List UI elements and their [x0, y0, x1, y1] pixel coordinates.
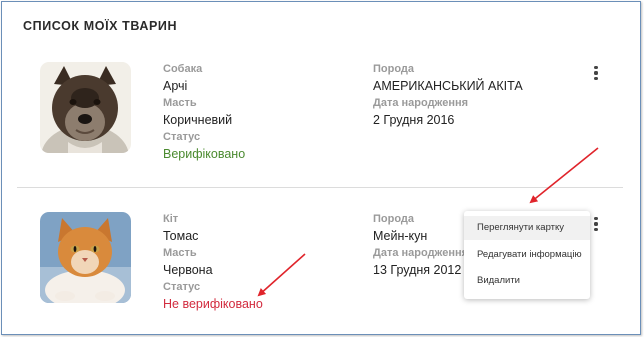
pet-birth-date: 2 Грудня 2016: [373, 113, 455, 127]
species-label: Кіт: [163, 213, 179, 225]
color-label: Масть: [163, 247, 197, 259]
status-value-verified: Верифіковано: [163, 147, 246, 161]
pet-color: Червона: [163, 263, 213, 277]
pet-1-right-column: Порода АМЕРИКАНСЬКИЙ АКІТА Дата народжен…: [373, 61, 523, 129]
pet-birth-date: 13 Грудня 2012: [373, 263, 462, 277]
breed-label: Порода: [373, 213, 415, 225]
pet-name: Арчі: [163, 79, 188, 93]
color-label: Масть: [163, 97, 197, 109]
dog-photo: [40, 62, 131, 153]
menu-item-edit-info[interactable]: Редагувати інформацію: [464, 243, 590, 267]
status-value-not-verified: Не верифіковано: [163, 297, 263, 311]
pet-breed: АМЕРИКАНСЬКИЙ АКІТА: [373, 79, 523, 93]
species-label: Собака: [163, 63, 203, 75]
birth-date-label: Дата народження: [373, 97, 469, 109]
pet-color: Коричневий: [163, 113, 233, 127]
pet-name: Томас: [163, 229, 199, 243]
page-title: СПИСОК МОЇХ ТВАРИН: [23, 19, 178, 33]
context-menu: Переглянути картку Редагувати інформацію…: [464, 211, 590, 299]
status-label: Статус: [163, 131, 201, 143]
menu-item-view-card[interactable]: Переглянути картку: [464, 216, 590, 240]
more-options-icon[interactable]: [590, 215, 602, 233]
pet-breed: Мейн-кун: [373, 229, 428, 243]
status-label: Статус: [163, 281, 201, 293]
more-options-icon[interactable]: [590, 64, 602, 82]
divider: [17, 187, 623, 188]
breed-label: Порода: [373, 63, 415, 75]
menu-item-delete[interactable]: Видалити: [464, 269, 590, 293]
birth-date-label: Дата народження: [373, 247, 469, 259]
cat-photo: [40, 212, 131, 303]
pet-1-left-column: Собака Арчі Масть Коричневий Статус Вери…: [163, 61, 245, 163]
pet-2-left-column: Кіт Томас Масть Червона Статус Не верифі…: [163, 211, 263, 313]
pet-2-right-column: Порода Мейн-кун Дата народження 13 Грудн…: [373, 211, 468, 279]
